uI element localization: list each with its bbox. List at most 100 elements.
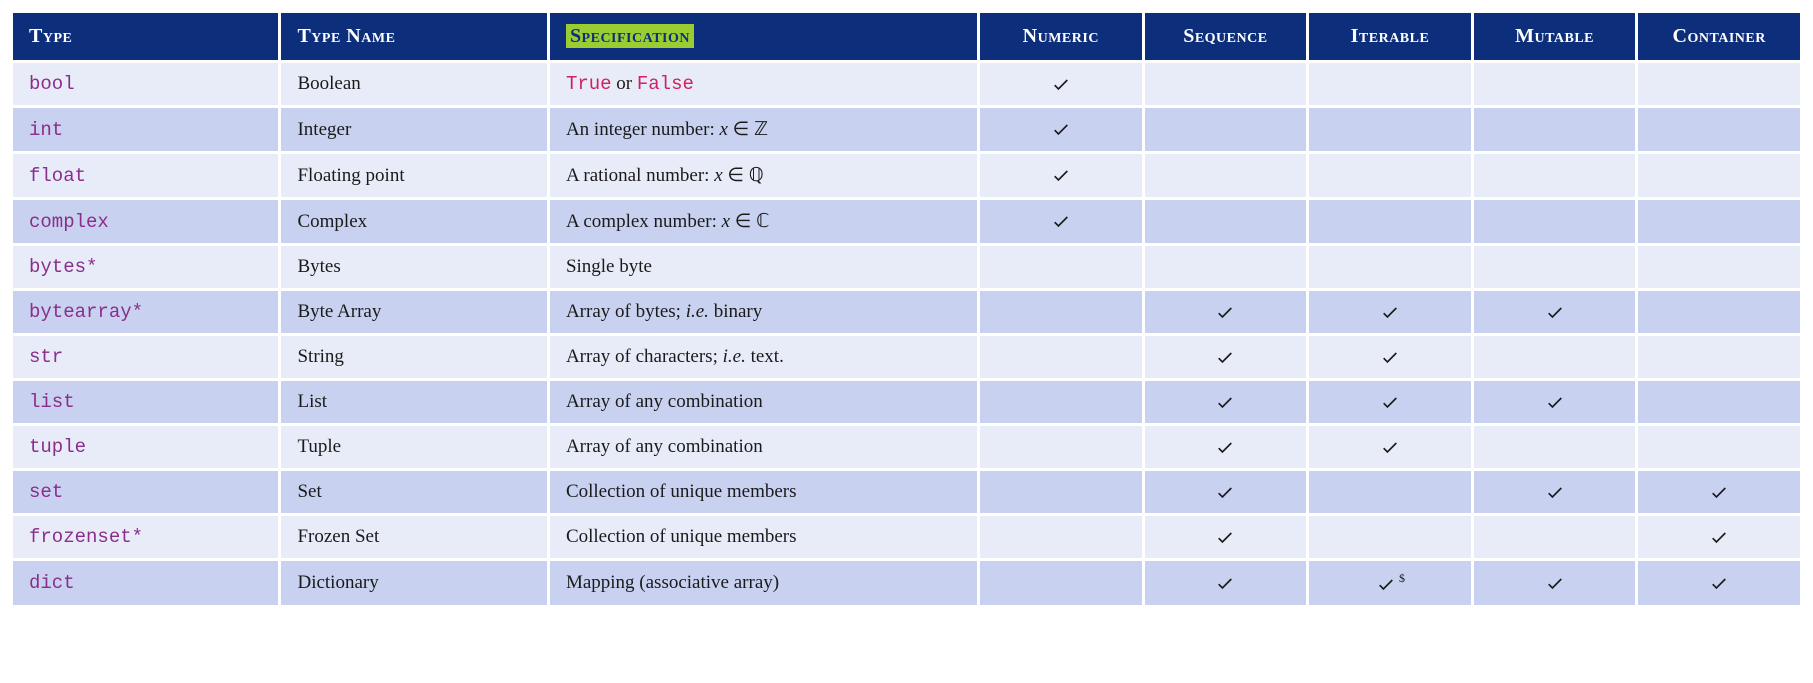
type-code: bytes: [29, 256, 86, 278]
cell-iterable: [1309, 471, 1471, 513]
table-row: tupleTupleArray of any combination: [13, 426, 1800, 468]
cell-iterable: [1309, 154, 1471, 197]
cell-container: [1638, 108, 1800, 151]
check-icon: [1214, 528, 1236, 548]
type-code: tuple: [29, 436, 86, 458]
cell-numeric: [980, 246, 1142, 288]
cell-type: list: [13, 381, 278, 423]
check-icon: [1050, 120, 1072, 140]
cell-sequence: [1145, 154, 1307, 197]
cell-type: set: [13, 471, 278, 513]
cell-specification: An integer number: x ∈ ℤ: [550, 108, 977, 151]
table-row: floatFloating pointA rational number: x …: [13, 154, 1800, 197]
check-icon: [1379, 303, 1401, 323]
cell-specification: Array of characters; i.e. text.: [550, 336, 977, 378]
cell-type: frozenset*: [13, 516, 278, 558]
table-row: boolBooleanTrue or False: [13, 63, 1800, 105]
cell-mutable: [1474, 516, 1636, 558]
cell-numeric: [980, 336, 1142, 378]
cell-iterable: [1309, 426, 1471, 468]
cell-sequence: [1145, 426, 1307, 468]
math-rel: ∈: [728, 119, 754, 140]
cell-type-name: Frozen Set: [281, 516, 546, 558]
cell-numeric: [980, 154, 1142, 197]
cell-sequence: [1145, 516, 1307, 558]
cell-sequence: [1145, 246, 1307, 288]
check-icon: [1375, 575, 1397, 595]
cell-mutable: [1474, 561, 1636, 605]
cell-iterable: [1309, 200, 1471, 243]
math-set: ℚ: [749, 165, 764, 186]
header-type-name: Type Name: [281, 13, 546, 60]
type-code: dict: [29, 572, 75, 594]
spec-text: An integer number:: [566, 119, 720, 140]
cell-type-name: List: [281, 381, 546, 423]
cell-type-name: Tuple: [281, 426, 546, 468]
cell-sequence: [1145, 561, 1307, 605]
cell-container: [1638, 381, 1800, 423]
cell-type: int: [13, 108, 278, 151]
spec-text: binary: [709, 301, 762, 322]
math-var: x: [714, 165, 722, 186]
check-icon: [1544, 483, 1566, 503]
cell-type: tuple: [13, 426, 278, 468]
spec-text: text.: [746, 346, 784, 367]
cell-specification: Single byte: [550, 246, 977, 288]
check-icon: [1214, 348, 1236, 368]
table-row: dictDictionaryMapping (associative array…: [13, 561, 1800, 605]
cell-sequence: [1145, 336, 1307, 378]
spec-text: or: [612, 73, 637, 94]
star-icon: *: [132, 301, 143, 323]
type-code: list: [29, 391, 75, 413]
check-icon: [1214, 483, 1236, 503]
cell-mutable: [1474, 154, 1636, 197]
cell-container: [1638, 291, 1800, 333]
check-icon: [1050, 75, 1072, 95]
cell-numeric: [980, 471, 1142, 513]
math-rel: ∈: [730, 211, 756, 232]
math-set: ℂ: [756, 211, 769, 232]
cell-iterable: [1309, 63, 1471, 105]
cell-type-name: Integer: [281, 108, 546, 151]
type-code: float: [29, 165, 86, 187]
cell-sequence: [1145, 291, 1307, 333]
cell-specification: Collection of unique members: [550, 471, 977, 513]
cell-container: [1638, 561, 1800, 605]
cell-type: dict: [13, 561, 278, 605]
types-table: Type Type Name Specification Numeric Seq…: [10, 10, 1803, 608]
cell-specification: Collection of unique members: [550, 516, 977, 558]
table-row: strStringArray of characters; i.e. text.: [13, 336, 1800, 378]
cell-type-name: Bytes: [281, 246, 546, 288]
check-icon: [1379, 438, 1401, 458]
cell-mutable: [1474, 336, 1636, 378]
cell-numeric: [980, 561, 1142, 605]
math-var: x: [722, 211, 730, 232]
cell-mutable: [1474, 108, 1636, 151]
cell-type-name: String: [281, 336, 546, 378]
cell-specification: Array of bytes; i.e. binary: [550, 291, 977, 333]
check-icon: [1050, 166, 1072, 186]
cell-container: [1638, 63, 1800, 105]
table-row: setSetCollection of unique members: [13, 471, 1800, 513]
cell-sequence: [1145, 200, 1307, 243]
check-icon: [1544, 303, 1566, 323]
cell-numeric: [980, 516, 1142, 558]
header-specification: Specification: [550, 13, 977, 60]
cell-container: [1638, 200, 1800, 243]
type-code: int: [29, 119, 63, 141]
header-sequence: Sequence: [1145, 13, 1307, 60]
type-code: set: [29, 481, 63, 503]
cell-numeric: [980, 200, 1142, 243]
header-type: Type: [13, 13, 278, 60]
cell-container: [1638, 471, 1800, 513]
header-mutable: Mutable: [1474, 13, 1636, 60]
cell-iterable: [1309, 291, 1471, 333]
cell-numeric: [980, 108, 1142, 151]
check-icon: [1708, 528, 1730, 548]
spec-text: A rational number:: [566, 165, 714, 186]
cell-type-name: Floating point: [281, 154, 546, 197]
check-icon: [1544, 393, 1566, 413]
keyword-false: False: [637, 73, 694, 95]
type-code: frozenset: [29, 526, 132, 548]
spec-text: A complex number:: [566, 211, 722, 232]
